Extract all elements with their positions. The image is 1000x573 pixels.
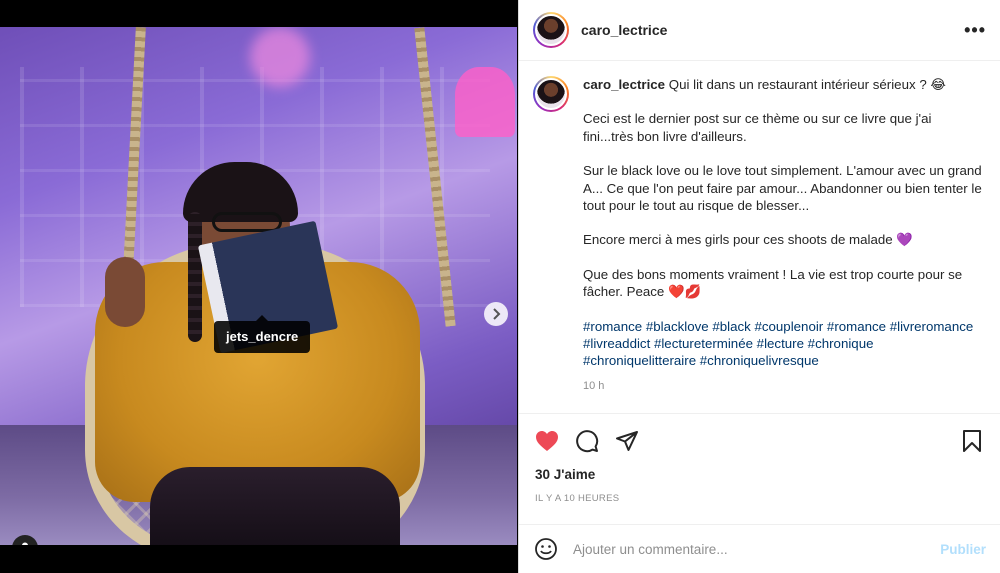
more-options-icon[interactable]: ••• <box>964 20 986 41</box>
save-button[interactable] <box>958 427 986 455</box>
comment-bar: Publier <box>519 524 1000 573</box>
caption-area: caro_lectrice Qui lit dans un restaurant… <box>519 62 1000 414</box>
caption-timestamp: 10 h <box>583 379 605 392</box>
avatar-image <box>535 78 567 110</box>
post-side-panel: caro_lectrice ••• caro_lectrice Qui lit … <box>518 0 1000 573</box>
comment-input[interactable] <box>573 541 913 557</box>
caption-paragraph: Ceci est le dernier post sur ce thème ou… <box>583 111 932 144</box>
comment-button[interactable] <box>573 427 601 455</box>
header-username[interactable]: caro_lectrice <box>581 22 667 38</box>
emoji-button[interactable] <box>533 536 559 562</box>
photo-lamp <box>250 27 310 87</box>
comment-icon <box>576 430 599 453</box>
smiley-icon <box>535 538 557 560</box>
likes-count[interactable]: 30 J'aime <box>535 467 595 482</box>
publish-button[interactable]: Publier <box>940 542 986 557</box>
photo-person-legs <box>150 467 400 545</box>
photo-lamp <box>455 67 515 137</box>
photo-user-tag[interactable]: jets_dencre <box>214 315 311 353</box>
avatar[interactable] <box>533 12 569 48</box>
avatar[interactable] <box>533 76 569 112</box>
post-header: caro_lectrice ••• <box>519 0 1000 61</box>
caption-first-line: caro_lectrice Qui lit dans un restaurant… <box>583 76 983 93</box>
heart-icon <box>536 431 558 451</box>
post-viewer: jets_dencre caro_lectrice ••• caro_lectr… <box>0 0 1000 573</box>
caption-paragraph: Sur le black love ou le love tout simple… <box>583 163 982 214</box>
caption-hashtags[interactable]: #romance #blacklove #black #couplenoir #… <box>583 318 983 370</box>
caption-paragraph: Encore merci à mes girls pour ces shoots… <box>583 232 913 248</box>
photo-person-braid <box>188 212 202 342</box>
chevron-right-icon <box>493 308 501 320</box>
bookmark-icon <box>963 430 981 452</box>
caption-paragraph: Que des bons moments vraiment ! La vie e… <box>583 266 963 300</box>
caption-headline: Qui lit dans un restaurant intérieur sér… <box>668 77 946 92</box>
action-bar <box>519 426 1000 456</box>
avatar-image <box>535 14 567 46</box>
carousel-next-button[interactable] <box>484 302 508 326</box>
send-icon <box>616 431 638 451</box>
caption-username[interactable]: caro_lectrice <box>583 77 665 92</box>
share-button[interactable] <box>613 427 641 455</box>
caption-text: caro_lectrice Qui lit dans un restaurant… <box>583 76 983 395</box>
photo-person-hand <box>105 257 145 327</box>
post-time: IL Y A 10 HEURES <box>535 493 620 504</box>
user-icon <box>22 542 28 545</box>
post-photo[interactable]: jets_dencre <box>0 27 517 545</box>
like-button[interactable] <box>533 427 561 455</box>
caption-row: caro_lectrice Qui lit dans un restaurant… <box>533 76 986 395</box>
